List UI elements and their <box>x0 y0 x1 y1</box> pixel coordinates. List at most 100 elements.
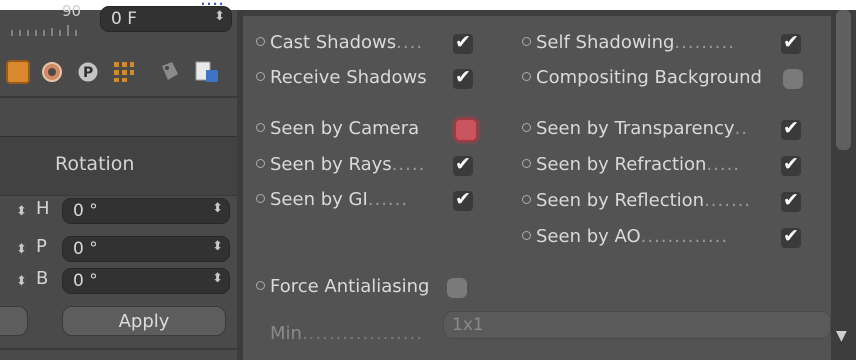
seen-by-camera-label: Seen by Camera <box>270 118 420 139</box>
object-icon[interactable] <box>6 60 30 84</box>
receive-shadows-option: Receive Shadows <box>256 67 427 88</box>
cast-shadows-checkbox[interactable] <box>453 31 473 54</box>
h-field[interactable]: 0 ° ⬍ <box>62 198 230 224</box>
seen-by-rays-dots: ..... <box>391 154 426 175</box>
svg-text:P: P <box>83 65 93 81</box>
apply-button[interactable]: Apply <box>62 306 226 336</box>
self-shadowing-label: Self Shadowing <box>536 32 675 53</box>
cast-shadows-option: Cast Shadows.... <box>256 32 423 53</box>
scrollbar-thumb[interactable] <box>836 10 851 150</box>
bullet-icon <box>256 36 265 46</box>
cast-shadows-dots: .... <box>396 32 424 53</box>
compositing-background-checkbox[interactable] <box>783 69 803 89</box>
rotation-label: Rotation <box>55 153 135 175</box>
bullet-icon <box>256 122 265 132</box>
self-shadowing-dots: ......... <box>674 32 735 53</box>
h-field-value: 0 ° <box>73 201 98 221</box>
spin-arrows-icon[interactable]: ⬍ <box>212 239 223 254</box>
min-label: Min <box>270 323 302 344</box>
bullet-icon <box>522 230 531 240</box>
toolbar-separator <box>0 96 237 98</box>
b-label: B <box>36 268 49 289</box>
seen-by-reflection-checkbox[interactable] <box>781 189 801 212</box>
p-icon[interactable]: P <box>76 60 100 84</box>
spin-arrows-icon[interactable]: ⬍ <box>214 9 225 24</box>
seen-by-ao-option: Seen by AO............. <box>522 226 728 247</box>
self-shadowing-checkbox[interactable] <box>781 31 801 54</box>
bullet-icon <box>256 280 265 290</box>
seen-by-camera-checkbox[interactable] <box>454 118 478 142</box>
b-field-value: 0 ° <box>73 271 98 291</box>
seen-by-gi-checkbox[interactable] <box>453 188 473 211</box>
seen-by-refraction-dots: ..... <box>706 154 741 175</box>
spin-arrows-icon[interactable]: ⬍ <box>212 271 223 286</box>
apply-label: Apply <box>118 311 170 332</box>
seen-by-refraction-label: Seen by Refraction <box>536 154 707 175</box>
b-left-spin-icon[interactable]: ⬍ <box>16 274 27 289</box>
b-field[interactable]: 0 ° ⬍ <box>62 268 230 294</box>
p-left-spin-icon[interactable]: ⬍ <box>16 242 27 257</box>
seen-by-ao-label: Seen by AO <box>536 226 641 247</box>
bullet-icon <box>256 158 265 168</box>
seen-by-transparency-option: Seen by Transparency.. <box>522 118 748 139</box>
seen-by-rays-label: Seen by Rays <box>270 154 392 175</box>
bullet-icon <box>256 193 265 203</box>
compositing-background-label: Compositing Background <box>536 67 762 88</box>
right-panel: Cast Shadows.... Receive Shadows Seen by… <box>243 10 831 360</box>
frame-field-value: 0 F <box>111 9 137 29</box>
header-band <box>243 10 831 16</box>
seen-by-gi-option: Seen by GI...... <box>256 189 408 210</box>
p-field[interactable]: 0 ° ⬍ <box>62 236 230 262</box>
seen-by-transparency-dots: .. <box>734 118 749 139</box>
file-icon[interactable] <box>194 60 218 84</box>
left-panel: 90 0 F ⬍ P Rotation ⬍ H 0 ° ⬍ ⬍ P 0 ° ⬍ … <box>0 2 237 360</box>
rotation-header: Rotation <box>0 136 237 196</box>
left-stub-button[interactable] <box>0 306 28 336</box>
bullet-icon <box>256 71 265 81</box>
receive-shadows-label: Receive Shadows <box>270 67 427 88</box>
seen-by-rays-checkbox[interactable] <box>453 153 473 176</box>
seen-by-gi-label: Seen by GI <box>270 189 368 210</box>
seen-by-reflection-dots: ....... <box>704 190 752 211</box>
spin-arrows-icon[interactable]: ⬍ <box>212 201 223 216</box>
force-antialiasing-checkbox[interactable] <box>447 278 467 298</box>
h-label: H <box>36 198 50 219</box>
receive-shadows-checkbox[interactable] <box>453 66 473 89</box>
scroll-down-icon[interactable]: ▼ <box>836 328 847 344</box>
seen-by-rays-option: Seen by Rays..... <box>256 154 425 175</box>
min-value: 1x1 <box>452 315 484 335</box>
compositing-background-option: Compositing Background <box>522 67 762 88</box>
bullet-icon <box>522 71 531 81</box>
force-antialiasing-label: Force Antialiasing <box>270 276 430 297</box>
seen-by-reflection-option: Seen by Reflection....... <box>522 190 751 211</box>
frame-ruler-value: 90 <box>62 2 82 20</box>
seen-by-transparency-checkbox[interactable] <box>781 117 801 140</box>
bullet-icon <box>522 194 531 204</box>
seen-by-camera-option: Seen by Camera <box>256 118 419 139</box>
force-antialiasing-option: Force Antialiasing <box>256 276 429 297</box>
seen-by-ao-checkbox[interactable] <box>781 225 801 248</box>
seen-by-ao-dots: ............. <box>640 226 729 247</box>
seen-by-gi-dots: ...... <box>367 189 409 210</box>
p-label: P <box>36 236 47 257</box>
bottom-separator <box>0 348 237 350</box>
min-dots: .................. <box>301 323 423 344</box>
min-dropdown[interactable]: 1x1 <box>443 311 831 339</box>
min-option: Min.................. <box>270 323 423 344</box>
self-shadowing-option: Self Shadowing......... <box>522 32 735 53</box>
h-left-spin-icon[interactable]: ⬍ <box>16 204 27 219</box>
seen-by-refraction-checkbox[interactable] <box>781 153 801 176</box>
seen-by-reflection-label: Seen by Reflection <box>536 190 705 211</box>
gear-icon[interactable] <box>40 60 64 84</box>
ruler-ticks <box>11 25 77 36</box>
frame-ruler: 90 <box>0 2 100 40</box>
frame-field[interactable]: 0 F ⬍ <box>100 6 232 32</box>
seen-by-refraction-option: Seen by Refraction..... <box>522 154 740 175</box>
p-field-value: 0 ° <box>73 239 98 259</box>
cast-shadows-label: Cast Shadows <box>270 32 397 53</box>
bullet-icon <box>522 158 531 168</box>
grid-icon[interactable] <box>112 60 136 84</box>
bullet-icon <box>522 36 531 46</box>
bullet-icon <box>522 122 531 132</box>
tag-icon[interactable] <box>158 60 182 84</box>
